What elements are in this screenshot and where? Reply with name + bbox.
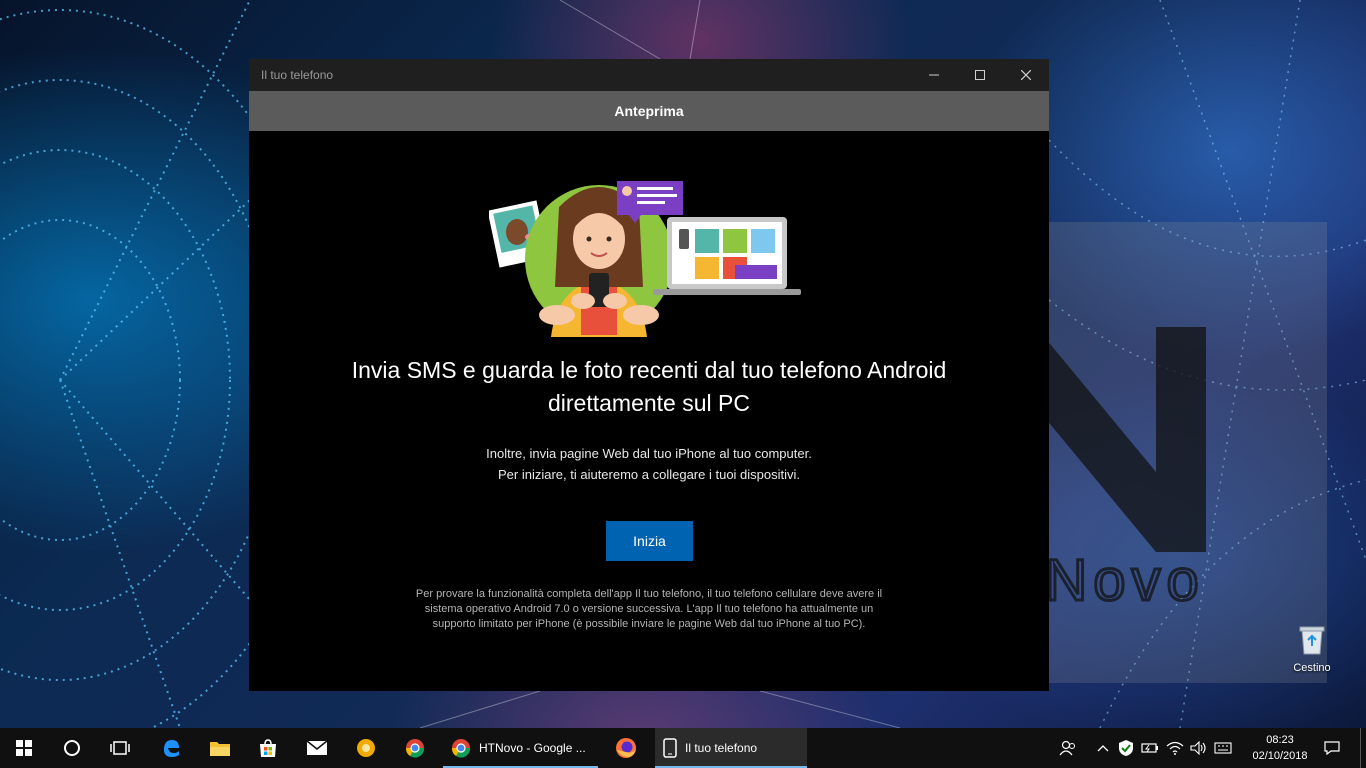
edge-icon <box>164 740 179 757</box>
maximize-button[interactable] <box>957 59 1003 91</box>
store-bag-icon <box>260 739 276 757</box>
window-titlebar[interactable]: Il tuo telefono <box>249 59 1049 91</box>
your-phone-window: Il tuo telefono Anteprima Invia SMS e gu… <box>249 59 1049 691</box>
minimize-button[interactable] <box>911 59 957 91</box>
folder-icon <box>210 742 230 756</box>
mail-envelope-icon <box>306 740 328 755</box>
preview-banner: Anteprima <box>249 91 1049 131</box>
cortana-circle-icon <box>64 740 80 756</box>
preview-banner-label: Anteprima <box>614 103 684 119</box>
input-indicator-tray[interactable] <box>1212 728 1234 768</box>
volume-tray[interactable] <box>1188 728 1210 768</box>
keyboard-icon <box>1214 742 1232 754</box>
headline: Invia SMS e guarda le foto recenti dal t… <box>309 354 989 420</box>
windows-logo-icon <box>16 740 32 756</box>
recycle-bin-label: Cestino <box>1293 662 1331 674</box>
action-center-button[interactable] <box>1322 728 1342 768</box>
taskbar-chrome-canary[interactable] <box>342 728 390 768</box>
close-icon <box>1021 70 1031 80</box>
battery-charging-icon <box>1141 743 1158 753</box>
taskbar-chrome-beta[interactable] <box>391 728 439 768</box>
people-button[interactable] <box>1056 728 1080 768</box>
shield-icon <box>1119 740 1133 756</box>
firefox-icon <box>616 738 636 758</box>
chrome-canary-icon <box>357 739 375 757</box>
notification-icon <box>1324 741 1340 755</box>
chevron-up-icon <box>1097 745 1109 752</box>
taskbar-chrome-window[interactable]: HTNovo - Google ... <box>443 728 598 768</box>
taskbar-mail[interactable] <box>293 728 341 768</box>
taskbar-app-label: Il tuo telefono <box>685 741 758 755</box>
windows-security-tray[interactable] <box>1116 728 1136 768</box>
phone-icon <box>663 738 677 758</box>
subtitle-line-2: Per iniziare, ti aiuteremo a collegare i… <box>497 467 801 482</box>
show-desktop-button[interactable] <box>1360 728 1366 768</box>
start-menu-button[interactable] <box>0 728 48 768</box>
laptop-icon <box>653 217 801 295</box>
taskbar-store[interactable] <box>244 728 292 768</box>
show-hidden-icons-button[interactable] <box>1094 728 1112 768</box>
window-title: Il tuo telefono <box>261 68 334 82</box>
clock-time: 08:23 <box>1266 734 1294 746</box>
headline-line-1: Invia SMS e guarda le foto recenti dal t… <box>351 357 947 383</box>
taskbar: HTNovo - Google ... Il tuo telefono 08:2… <box>0 728 1366 768</box>
clock[interactable]: 08:23 02/10/2018 <box>1238 732 1322 764</box>
chrome-icon <box>451 739 471 758</box>
wifi-icon <box>1166 741 1184 755</box>
speaker-icon <box>1190 741 1206 755</box>
taskbar-edge[interactable] <box>147 728 195 768</box>
maximize-icon <box>975 70 985 80</box>
start-button[interactable]: Inizia <box>606 521 693 561</box>
taskbar-app-label: HTNovo - Google ... <box>479 741 586 755</box>
close-button[interactable] <box>1003 59 1049 91</box>
wifi-tray[interactable] <box>1164 728 1186 768</box>
hero-illustration <box>489 181 801 337</box>
subtitle: Inoltre, invia pagine Web dal tuo iPhone… <box>349 443 949 485</box>
headline-line-2: direttamente sul PC <box>548 390 750 416</box>
people-icon <box>1059 740 1075 756</box>
recycle-bin-icon <box>1299 626 1325 655</box>
requirements-note: Per provare la funzionalità completa del… <box>415 588 883 630</box>
task-view-icon <box>110 741 130 755</box>
taskbar-your-phone-window[interactable]: Il tuo telefono <box>655 728 807 768</box>
clock-date: 02/10/2018 <box>1252 750 1308 762</box>
cortana-button[interactable] <box>48 728 96 768</box>
taskbar-file-explorer[interactable] <box>196 728 244 768</box>
minimize-icon <box>929 74 939 76</box>
taskbar-firefox[interactable] <box>602 728 650 768</box>
recycle-bin-shortcut[interactable]: Cestino <box>1286 624 1338 674</box>
task-view-button[interactable] <box>96 728 144 768</box>
chrome-beta-icon <box>405 739 425 758</box>
subtitle-line-1: Inoltre, invia pagine Web dal tuo iPhone… <box>486 446 812 461</box>
battery-tray[interactable] <box>1140 728 1160 768</box>
